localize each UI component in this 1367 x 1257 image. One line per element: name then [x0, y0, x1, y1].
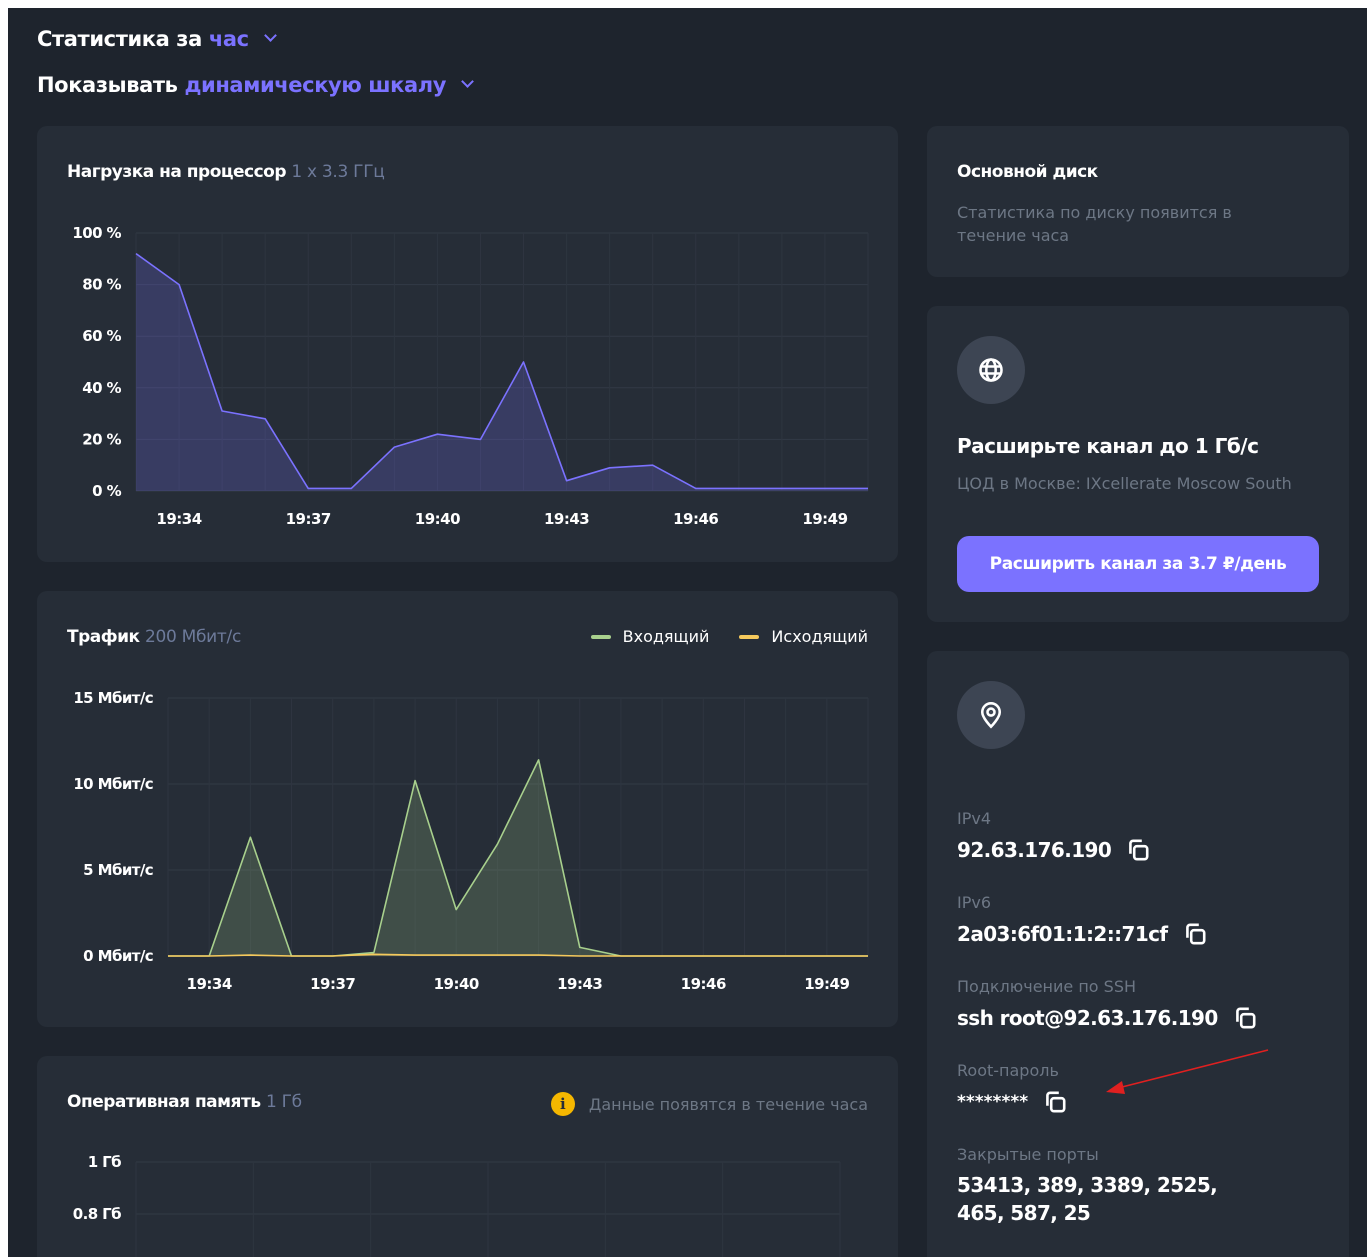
- x-tick-label: 19:46: [673, 510, 718, 528]
- y-tick-label: 5 Мбит/с: [83, 861, 153, 879]
- x-tick-label: 19:40: [415, 510, 460, 528]
- ipv6-row: 2a03:6f01:1:2::71cf: [957, 921, 1208, 947]
- period-prefix: Статистика за: [37, 27, 202, 51]
- cpu-chart: 100 % 80 % 60 % 40 % 20 % 0 % 19:34 19:37 19:40 1…: [72, 224, 869, 528]
- cpu-card: Нагрузка на процессор 1 x 3.3 ГГц 100 % 8…: [37, 126, 898, 562]
- ipv4-row: 92.63.176.190: [957, 837, 1151, 863]
- annotation-arrow: [1106, 1049, 1269, 1094]
- channel-description: ЦОД в Москве: IXcellerate Moscow South: [957, 474, 1292, 493]
- y-tick-label: 100 %: [72, 224, 121, 242]
- scale-prefix: Показывать: [37, 73, 178, 97]
- ipv6-value: 2a03:6f01:1:2::71cf: [957, 922, 1168, 946]
- disk-card: Основной диск Статистика по диску появит…: [927, 126, 1349, 277]
- x-tick-label: 19:37: [310, 975, 355, 993]
- root-password-row: ********: [957, 1089, 1068, 1115]
- channel-card: Расширьте канал до 1 Гб/с ЦОД в Москве: …: [927, 306, 1349, 622]
- traffic-chart: 15 Мбит/с 10 Мбит/с 5 Мбит/с 0 Мбит/с 19:34 1…: [73, 689, 869, 993]
- copy-icon[interactable]: [1182, 921, 1208, 947]
- ipv4-label: IPv4: [957, 809, 992, 828]
- series-area-incoming: [168, 759, 868, 956]
- location-pin-icon: [957, 681, 1025, 749]
- root-password-value: ********: [957, 1092, 1029, 1112]
- ram-chart: 1 Гб 0.8 Гб: [73, 1153, 841, 1257]
- y-tick-label: 20 %: [82, 430, 121, 448]
- globe-icon: [957, 336, 1025, 404]
- server-info-card: IPv4 92.63.176.190 IPv6 2a03:6f01:1:2::7…: [927, 651, 1349, 1257]
- ssh-value: ssh root@92.63.176.190: [957, 1006, 1218, 1030]
- y-tick-label: 10 Мбит/с: [73, 775, 153, 793]
- y-tick-label: 0.8 Гб: [73, 1205, 121, 1223]
- x-tick-label: 19:43: [544, 510, 589, 528]
- x-tick-label: 19:43: [557, 975, 602, 993]
- x-tick-label: 19:34: [156, 510, 201, 528]
- period-value[interactable]: час: [209, 27, 249, 51]
- upgrade-channel-button[interactable]: Расширить канал за 3.7 ₽/день: [957, 536, 1319, 592]
- x-tick-label: 19:40: [434, 975, 479, 993]
- y-tick-label: 15 Мбит/с: [73, 689, 153, 707]
- x-tick-label: 19:37: [286, 510, 331, 528]
- period-selector[interactable]: Статистика за час: [37, 27, 277, 51]
- closed-ports-label: Закрытые порты: [957, 1145, 1099, 1164]
- y-tick-label: 0 Мбит/с: [83, 947, 153, 965]
- ssh-row: ssh root@92.63.176.190: [957, 1005, 1258, 1031]
- ssh-label: Подключение по SSH: [957, 977, 1137, 996]
- y-tick-label: 80 %: [82, 276, 121, 294]
- x-tick-label: 19:49: [804, 975, 849, 993]
- disk-message: Статистика по диску появится в течение ч…: [957, 203, 1232, 245]
- y-tick-label: 60 %: [82, 327, 121, 345]
- chevron-down-icon[interactable]: [461, 75, 474, 88]
- series-area-cpu: [136, 253, 868, 491]
- chevron-down-icon[interactable]: [263, 29, 277, 42]
- x-tick-label: 19:46: [681, 975, 726, 993]
- ram-card: Оперативная память 1 Гб i Данные появятс…: [37, 1056, 898, 1257]
- y-tick-label: 0 %: [92, 482, 121, 500]
- channel-title: Расширьте канал до 1 Гб/с: [957, 434, 1259, 458]
- copy-icon[interactable]: [1125, 837, 1151, 863]
- copy-icon[interactable]: [1232, 1005, 1258, 1031]
- root-password-label: Root-пароль: [957, 1061, 1059, 1080]
- traffic-card: Трафик 200 Мбит/с Входящий Исходящий 15 …: [37, 591, 898, 1027]
- closed-ports-line2: 465, 587, 25: [957, 1201, 1091, 1225]
- scale-value[interactable]: динамическую шкалу: [184, 73, 446, 97]
- ipv4-value: 92.63.176.190: [957, 838, 1112, 862]
- scale-selector[interactable]: Показывать динамическую шкалу: [37, 73, 474, 97]
- y-tick-label: 1 Гб: [88, 1153, 121, 1171]
- y-tick-label: 40 %: [82, 379, 121, 397]
- arrow-head: [1106, 1081, 1125, 1094]
- server-stats-panel: Статистика за час Показывать динамическу…: [8, 8, 1367, 1257]
- closed-ports-line1: 53413, 389, 3389, 2525,: [957, 1173, 1218, 1197]
- x-tick-label: 19:34: [187, 975, 232, 993]
- ipv6-label: IPv6: [957, 893, 992, 912]
- copy-icon[interactable]: [1042, 1089, 1068, 1115]
- disk-title: Основной диск: [957, 162, 1098, 182]
- arrow-line: [1117, 1049, 1269, 1089]
- x-tick-label: 19:49: [802, 510, 847, 528]
